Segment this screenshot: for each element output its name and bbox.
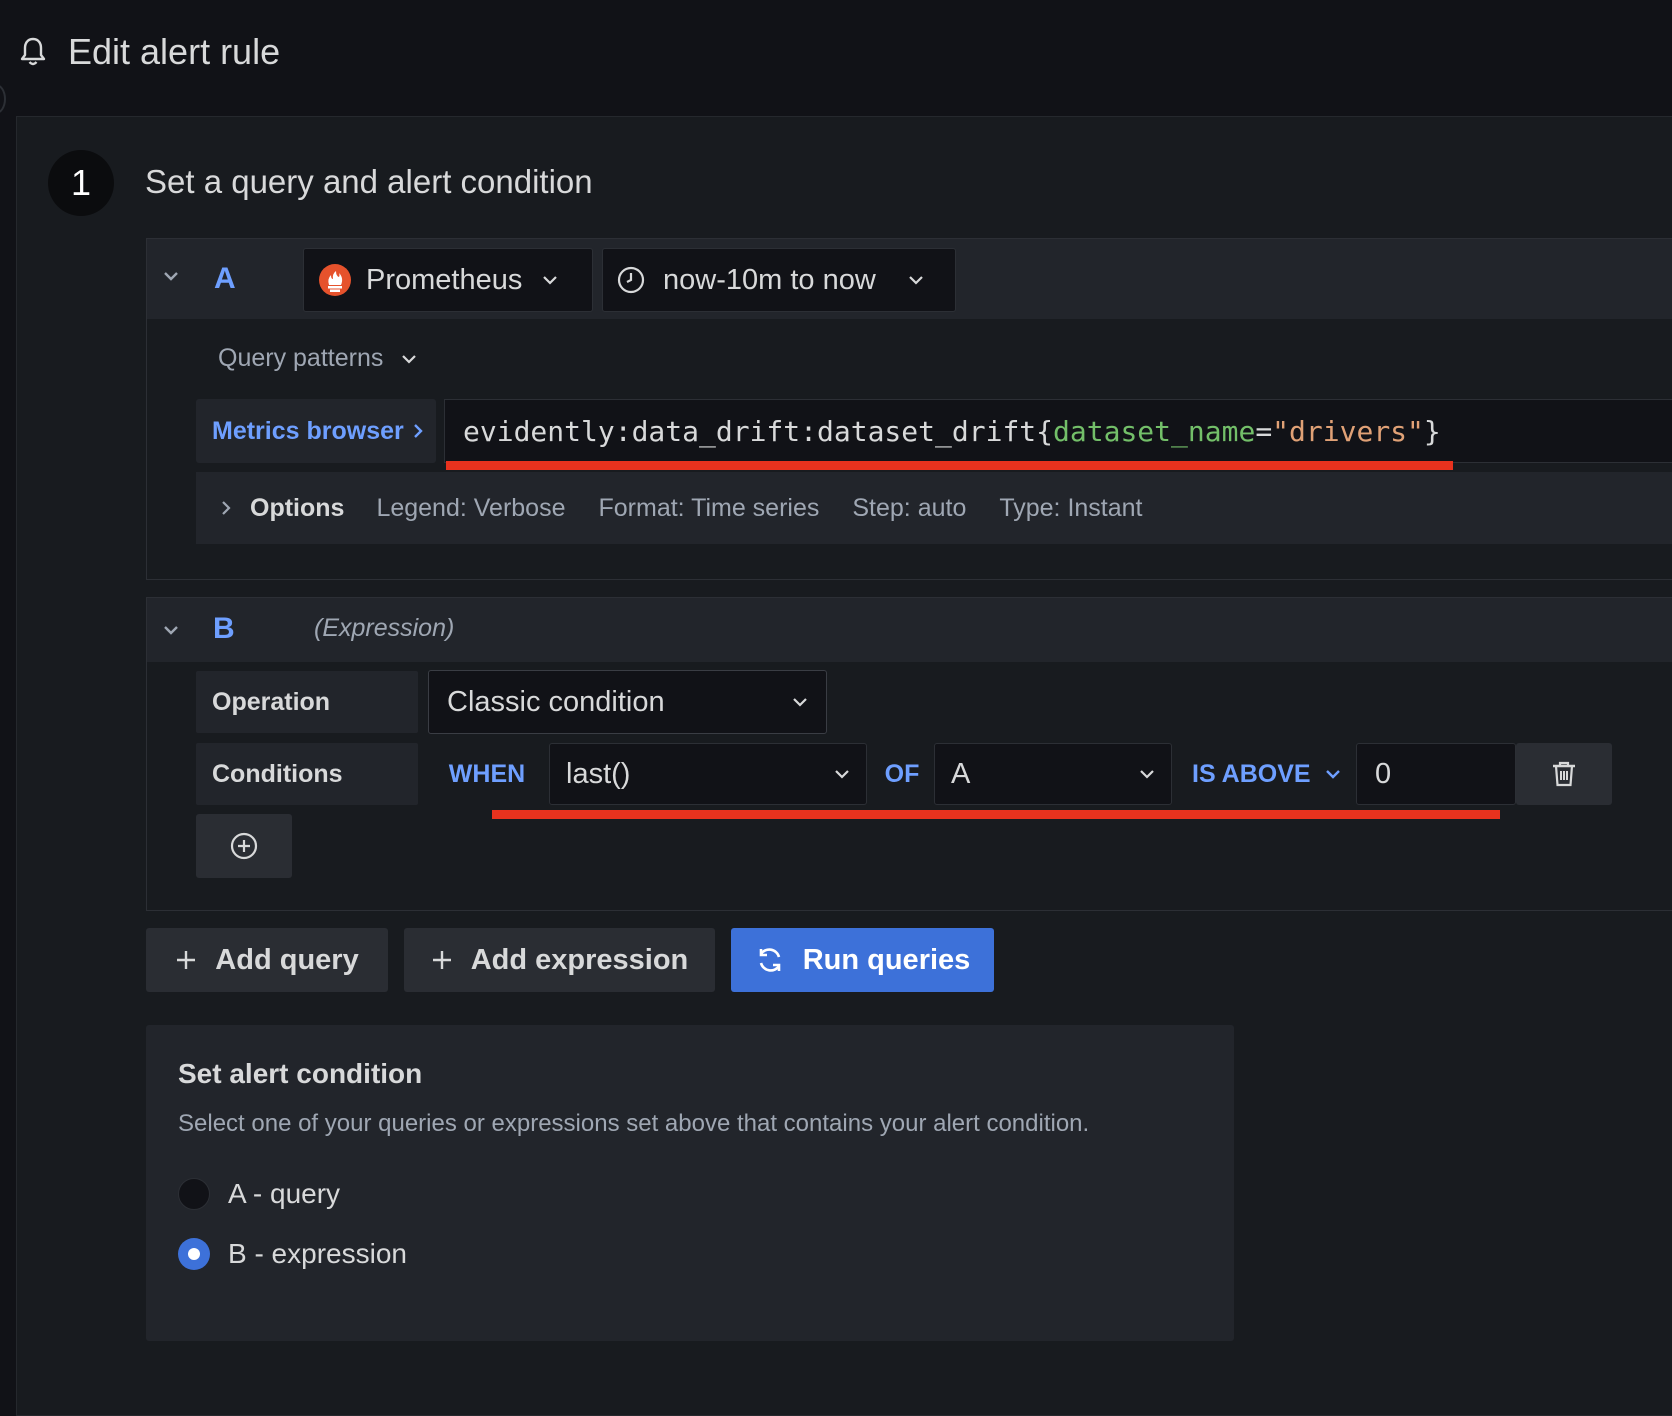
query-ref-select[interactable]: A [934, 743, 1172, 805]
evaluator-select[interactable]: IS ABOVE [1175, 743, 1352, 805]
plus-circle-icon [230, 832, 258, 860]
alert-condition-title: Set alert condition [178, 1058, 423, 1089]
condition-option-b-label: B - expression [228, 1238, 407, 1269]
conditions-label: Conditions [196, 743, 418, 805]
plus-icon [175, 949, 197, 971]
chevron-down-icon [908, 274, 924, 286]
promql-metric: evidently:data_drift:dataset_drift [463, 414, 1037, 448]
metrics-browser-label: Metrics browser [212, 416, 404, 445]
step-title: Set a query and alert condition [145, 163, 593, 200]
query-a-ref-id[interactable]: A [214, 262, 236, 296]
condition-option-a[interactable]: A - query [178, 1178, 340, 1210]
promql-label-value: "drivers" [1272, 414, 1424, 448]
add-condition-button[interactable] [196, 814, 292, 878]
add-query-label: Add query [215, 943, 359, 976]
query-ref-value: A [951, 757, 971, 790]
add-query-button[interactable]: Add query [146, 928, 388, 992]
chevron-down-icon [1325, 768, 1341, 780]
alert-condition-description: Select one of your queries or expression… [178, 1110, 1090, 1137]
collapse-query-a-chevron-icon[interactable] [163, 270, 179, 282]
option-type: Type: Instant [999, 493, 1143, 522]
chevron-right-icon [220, 500, 232, 516]
page-title: Edit alert rule [68, 31, 281, 72]
condition-when-keyword: WHEN [428, 743, 546, 805]
expression-type-label: (Expression) [314, 614, 455, 642]
annotation-underline-condition [492, 810, 1500, 819]
bell-icon [20, 36, 46, 66]
annotation-underline-query [446, 461, 1453, 470]
reducer-select[interactable]: last() [549, 743, 867, 805]
sidebar-toggle-edge[interactable] [0, 84, 6, 114]
promql-equals: = [1255, 414, 1273, 448]
run-queries-button[interactable]: Run queries [731, 928, 994, 992]
datasource-picker[interactable]: Prometheus [303, 248, 593, 312]
query-patterns-dropdown[interactable]: Query patterns [218, 344, 417, 373]
radio-selected[interactable] [178, 1238, 210, 1270]
condition-of-keyword: OF [870, 743, 934, 805]
step-number-badge: 1 [48, 150, 114, 216]
delete-condition-button[interactable] [1516, 743, 1612, 805]
radio-unselected[interactable] [178, 1178, 210, 1210]
collapse-query-b-chevron-icon[interactable] [163, 624, 179, 636]
add-expression-label: Add expression [470, 943, 689, 976]
add-expression-button[interactable]: Add expression [404, 928, 715, 992]
chevron-down-icon [401, 353, 417, 365]
query-options-row[interactable]: Options Legend: Verbose Format: Time ser… [196, 472, 1672, 544]
time-range-label: now-10m to now [663, 263, 876, 296]
trash-icon [1551, 760, 1577, 788]
chevron-down-icon [1139, 768, 1155, 780]
condition-option-a-label: A - query [228, 1178, 341, 1209]
condition-option-b[interactable]: B - expression [178, 1238, 407, 1270]
promql-open-brace: { [1036, 414, 1054, 448]
metrics-browser-button[interactable]: Metrics browser [196, 399, 436, 463]
query-b-ref-id[interactable]: B [213, 612, 235, 646]
threshold-input[interactable]: 0 [1356, 743, 1516, 805]
option-legend: Legend: Verbose [376, 493, 566, 522]
promql-close-brace: } [1423, 414, 1441, 448]
operation-value: Classic condition [447, 685, 665, 718]
chevron-down-icon [834, 768, 850, 780]
plus-icon [431, 949, 453, 971]
datasource-name: Prometheus [366, 263, 523, 296]
operation-label: Operation [196, 671, 418, 733]
option-format: Format: Time series [598, 493, 820, 522]
options-title: Options [250, 493, 345, 522]
promql-query-editor[interactable]: evidently:data_drift:dataset_drift{datas… [444, 399, 1672, 463]
run-queries-label: Run queries [802, 943, 971, 976]
chevron-down-icon [542, 274, 558, 286]
clock-icon [617, 266, 645, 294]
chevron-down-icon [792, 696, 808, 708]
evaluator-value: IS ABOVE [1192, 759, 1311, 788]
chevron-right-icon [412, 423, 424, 439]
option-step: Step: auto [852, 493, 967, 522]
relative-time-picker[interactable]: now-10m to now [602, 248, 956, 312]
sync-icon [755, 945, 785, 975]
operation-select[interactable]: Classic condition [428, 670, 827, 734]
reducer-value: last() [566, 757, 631, 790]
prometheus-logo-icon [318, 263, 352, 297]
promql-label-name: dataset_name [1053, 414, 1256, 448]
query-patterns-label: Query patterns [218, 344, 384, 372]
